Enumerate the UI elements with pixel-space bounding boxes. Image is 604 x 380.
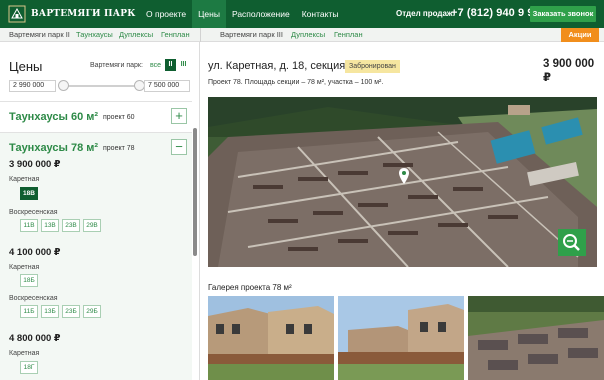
street-label: Воскресенская (9, 295, 58, 302)
price-range-min-handle[interactable] (58, 80, 69, 91)
subnav-masterplan[interactable]: Генплан (161, 28, 190, 41)
price-group-price: 4 800 000 ₽ (9, 333, 61, 344)
zoom-in-button[interactable] (558, 229, 586, 256)
townhouse-78-card[interactable]: Таунхаусы 78 м² проект 78 − 3 900 000 ₽ … (0, 132, 192, 380)
nav-location[interactable]: Расположение (226, 0, 296, 28)
park-filter-3[interactable]: III (178, 59, 189, 71)
unit-address: ул. Каретная, д. 18, секция В (208, 60, 356, 72)
park-filter-2[interactable]: II (165, 59, 176, 71)
section-chip[interactable]: 18Г (20, 361, 38, 374)
logo[interactable]: ВАРТЕМЯГИ ПАРК (8, 5, 136, 23)
subnav-divider (200, 28, 201, 42)
card-project: проект 78 (103, 145, 135, 152)
gallery-title: Галерея проекта 78 м² (208, 283, 292, 292)
price-group-price: 4 100 000 ₽ (9, 247, 61, 258)
price-group-price: 3 900 000 ₽ (9, 159, 61, 170)
top-bar: ВАРТЕМЯГИ ПАРК О проекте Цены Расположен… (0, 0, 604, 28)
street-label: Каретная (9, 264, 40, 271)
price-sidebar: Цены Вартемяги парк: все II III 2 990 00… (0, 42, 200, 380)
subnav-park-3-duplexes[interactable]: Дуплексы (291, 28, 325, 41)
section-chip[interactable]: 29Б (83, 305, 101, 318)
townhouse-photo-1 (208, 296, 334, 380)
section-chip[interactable]: 13Б (41, 305, 59, 318)
price-max-input[interactable]: 7 500 000 (144, 80, 190, 92)
promo-button[interactable]: Акции (561, 28, 599, 42)
status-badge: Забронирован (345, 60, 400, 73)
sales-label: Отдел продаж: (396, 9, 456, 18)
minus-icon[interactable]: − (171, 139, 187, 155)
section-chip[interactable]: 18Б (20, 274, 38, 287)
section-chip[interactable]: 11В (20, 219, 38, 232)
section-chip[interactable]: 23Б (62, 305, 80, 318)
card-title: Таунхаусы 60 м² (9, 111, 99, 123)
street-label: Каретная (9, 350, 40, 357)
park-filter-all[interactable]: все (150, 62, 161, 69)
gallery-photo[interactable] (468, 296, 604, 380)
card-title: Таунхаусы 78 м² (9, 142, 99, 154)
unit-description: Проект 78. Площадь секции – 78 м², участ… (208, 79, 384, 86)
subnav-park-2[interactable]: Вартемяги парк II (9, 28, 70, 41)
park-filter-label: Вартемяги парк: (90, 62, 143, 69)
section-chip[interactable]: 18В (20, 187, 38, 200)
subnav-townhouses[interactable]: Таунхаусы (76, 28, 113, 41)
gallery-photo[interactable] (208, 296, 334, 380)
street-label: Воскресенская (9, 209, 58, 216)
nav-prices[interactable]: Цены (192, 0, 226, 28)
masterplan-aerial-map[interactable] (208, 97, 597, 267)
price-min-input[interactable]: 2 990 000 (9, 80, 56, 92)
plus-icon[interactable]: + (171, 108, 187, 124)
aerial-photo-3 (468, 296, 604, 380)
section-chip[interactable]: 13В (41, 219, 59, 232)
townhouse-60-card[interactable]: Таунхаусы 60 м² проект 60 + (0, 101, 192, 131)
section-chip[interactable]: 29В (83, 219, 101, 232)
townhouse-photo-2 (338, 296, 464, 380)
nav-about[interactable]: О проекте (140, 0, 192, 28)
prices-title: Цены (9, 59, 43, 74)
main-nav: О проекте Цены Расположение Контакты (140, 0, 344, 28)
estate-emblem-icon (8, 5, 26, 23)
nav-contacts[interactable]: Контакты (296, 0, 345, 28)
section-chip[interactable]: 11Б (20, 305, 38, 318)
gallery-photo[interactable] (338, 296, 464, 380)
subnav-park-3-masterplan[interactable]: Генплан (334, 28, 363, 41)
map-pin-icon[interactable] (398, 167, 410, 185)
logo-text: ВАРТЕМЯГИ ПАРК (31, 9, 136, 19)
street-label: Каретная (9, 176, 40, 183)
callback-button[interactable]: Заказать звонок (530, 6, 596, 22)
subnav-duplexes[interactable]: Дуплексы (119, 28, 153, 41)
subnav-park-3[interactable]: Вартемяги парк III (220, 28, 283, 41)
card-project: проект 60 (103, 114, 135, 121)
sub-nav: Вартемяги парк II Таунхаусы Дуплексы Ген… (0, 28, 604, 42)
sidebar-scrollbar[interactable] (193, 128, 197, 256)
zoom-in-icon (563, 234, 580, 251)
section-chip[interactable]: 23В (62, 219, 80, 232)
unit-price: 3 900 000 ₽ (543, 58, 595, 84)
